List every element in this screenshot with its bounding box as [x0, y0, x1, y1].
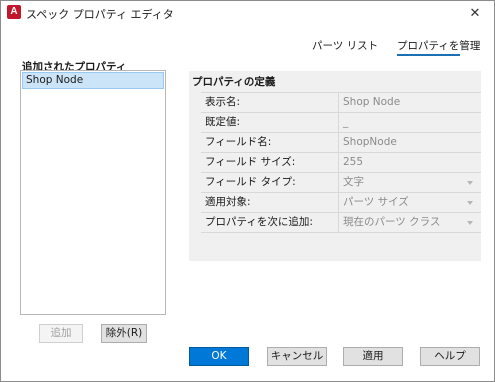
- ok-button[interactable]: OK: [189, 347, 249, 366]
- tab-manage-properties[interactable]: プロパティを管理: [397, 38, 480, 53]
- added-properties-list[interactable]: Shop Node: [20, 70, 166, 315]
- help-button[interactable]: ヘルプ: [420, 347, 480, 366]
- row-field-name: フィールド名: ShopNode: [201, 133, 481, 153]
- remove-button[interactable]: 除外(R): [101, 324, 147, 343]
- close-button[interactable]: ✕: [460, 2, 490, 24]
- window-title: スペック プロパティ エディタ: [26, 8, 174, 21]
- cancel-button[interactable]: キャンセル: [267, 347, 327, 366]
- default-value-value[interactable]: _: [339, 113, 481, 132]
- title-bar: A スペック プロパティ エディタ ✕: [1, 1, 494, 25]
- spec-property-editor-window: A スペック プロパティ エディタ ✕ パーツ リスト プロパティを管理 追加さ…: [0, 0, 495, 382]
- field-name-label: フィールド名:: [201, 133, 339, 152]
- property-definition-panel: プロパティの定義 表示名: Shop Node 既定値: _ フィールド名: S…: [189, 71, 481, 261]
- autocad-logo-icon: A: [7, 5, 21, 19]
- apply-button[interactable]: 適用: [343, 347, 403, 366]
- property-definition-title: プロパティの定義: [192, 76, 276, 88]
- field-type-label: フィールド タイプ:: [201, 173, 339, 192]
- applies-to-dropdown[interactable]: パーツ サイズ: [339, 193, 481, 212]
- row-applies-to: 適用対象: パーツ サイズ: [201, 193, 481, 213]
- add-button[interactable]: 追加: [39, 324, 83, 343]
- display-name-value[interactable]: Shop Node: [339, 93, 481, 112]
- field-name-value[interactable]: ShopNode: [339, 133, 481, 152]
- field-type-dropdown[interactable]: 文字: [339, 173, 481, 192]
- applies-to-label: 適用対象:: [201, 193, 339, 212]
- display-name-label: 表示名:: [201, 93, 339, 112]
- row-field-size: フィールド サイズ: 255: [201, 153, 481, 173]
- tab-parts-list[interactable]: パーツ リスト: [312, 38, 378, 53]
- row-default-value: 既定値: _: [201, 113, 481, 133]
- add-property-to-dropdown[interactable]: 現在のパーツ クラス: [339, 213, 481, 232]
- field-size-label: フィールド サイズ:: [201, 153, 339, 172]
- default-value-label: 既定値:: [201, 113, 339, 132]
- add-property-to-label: プロパティを次に追加:: [201, 213, 339, 232]
- field-size-value[interactable]: 255: [339, 153, 481, 172]
- row-field-type: フィールド タイプ: 文字: [201, 173, 481, 193]
- row-add-property-to: プロパティを次に追加: 現在のパーツ クラス: [201, 213, 481, 233]
- property-grid: 表示名: Shop Node 既定値: _ フィールド名: ShopNode フ…: [201, 92, 481, 233]
- dialog-body: パーツ リスト プロパティを管理 追加されたプロパティ Shop Node 追加…: [1, 25, 494, 381]
- row-display-name: 表示名: Shop Node: [201, 93, 481, 113]
- active-tab-indicator: [397, 54, 460, 56]
- list-item[interactable]: Shop Node: [22, 72, 164, 89]
